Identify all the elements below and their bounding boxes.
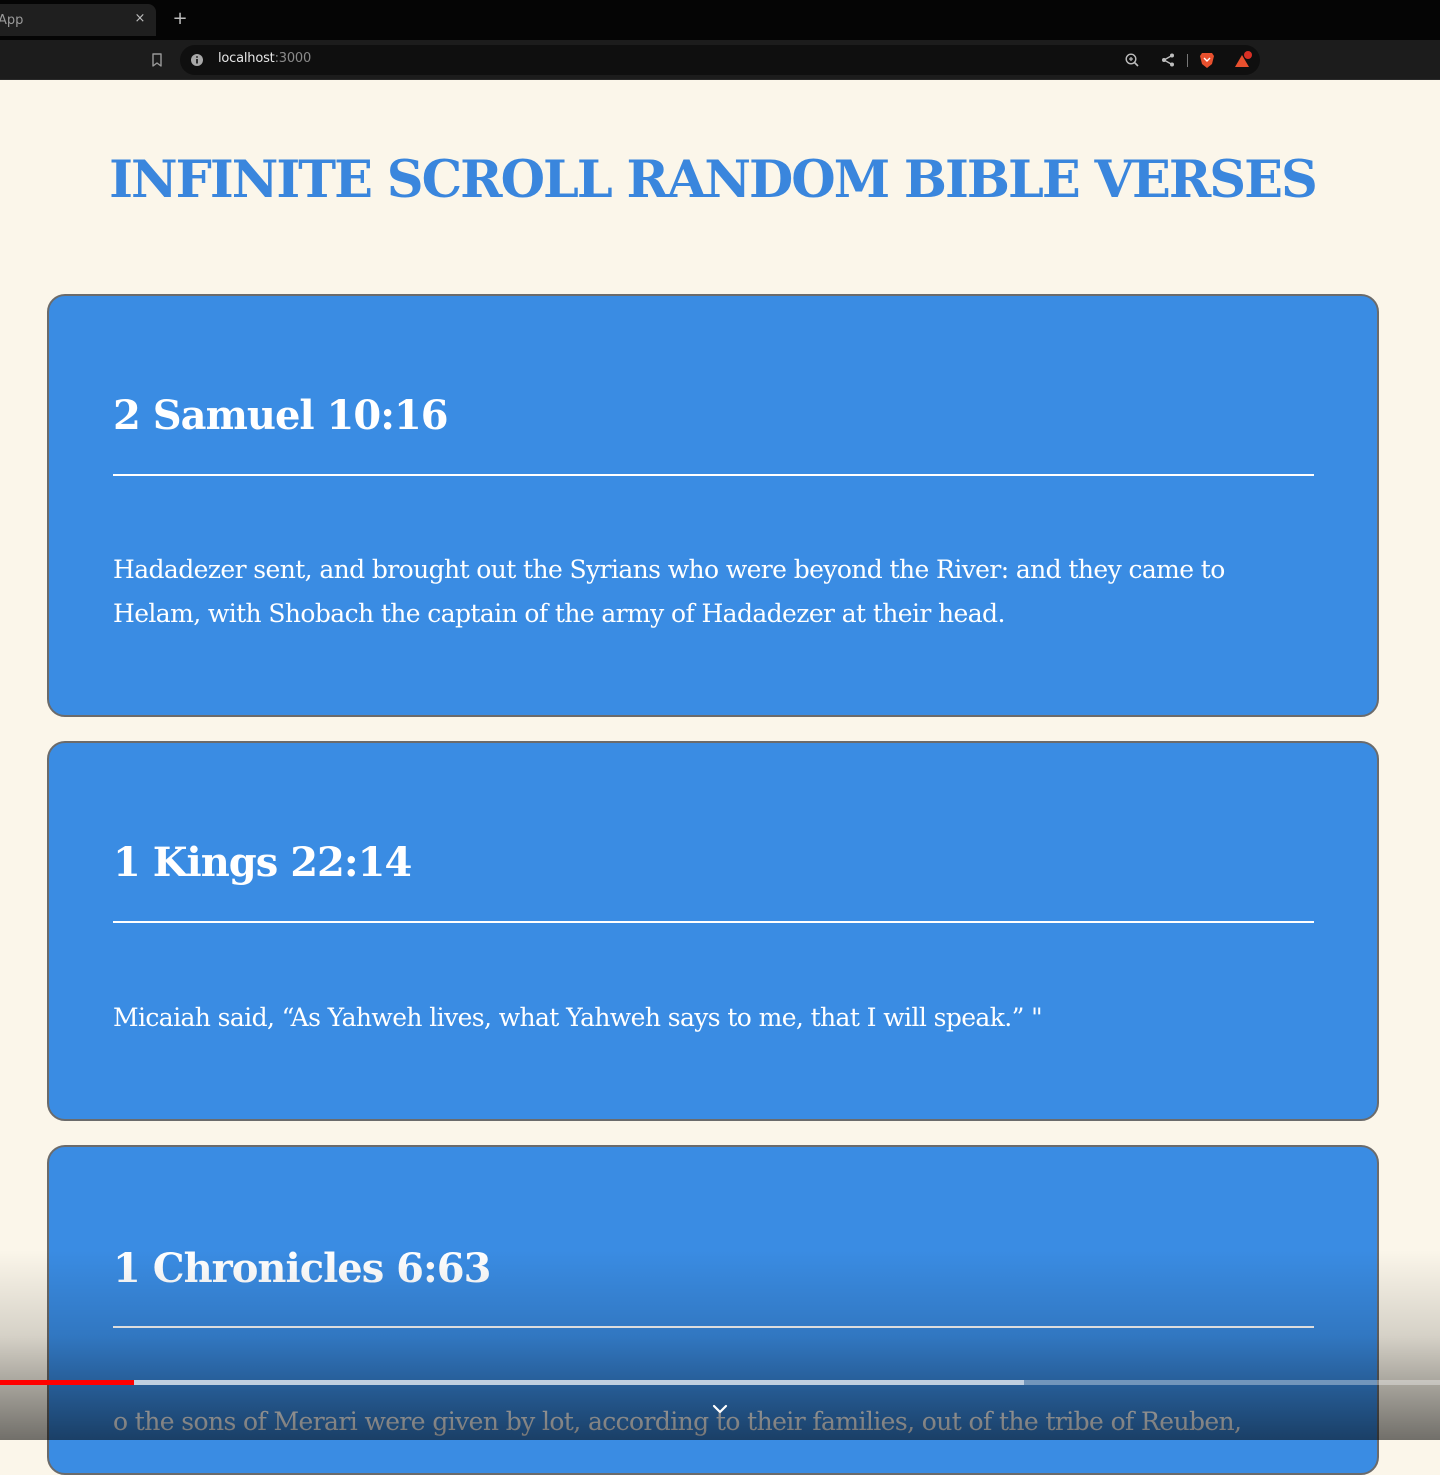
chevron-down-icon[interactable] xyxy=(711,1403,729,1415)
address-bar[interactable]: localhost:3000 xyxy=(180,45,1260,75)
brave-shields-icon[interactable] xyxy=(1199,51,1215,69)
verse-card: 1 Chronicles 6:63 o the sons of Merari w… xyxy=(47,1145,1379,1475)
verse-divider xyxy=(113,1326,1314,1328)
browser-tab[interactable]: App × xyxy=(0,4,156,36)
url-port: :3000 xyxy=(274,51,312,66)
verse-card: 1 Kings 22:14 Micaiah said, “As Yahweh l… xyxy=(47,741,1379,1121)
video-played-bar xyxy=(0,1380,134,1385)
share-icon[interactable] xyxy=(1160,52,1176,68)
site-info-icon[interactable] xyxy=(190,53,204,67)
close-tab-icon[interactable]: × xyxy=(132,11,148,27)
video-buffered-bar xyxy=(0,1380,1024,1385)
verse-reference: 1 Chronicles 6:63 xyxy=(113,1245,491,1292)
verse-text: Hadadezer sent, and brought out the Syri… xyxy=(113,555,1225,628)
video-progress-bar[interactable] xyxy=(0,1380,1440,1385)
url-host: localhost xyxy=(218,51,275,66)
browser-toolbar: localhost:3000 xyxy=(0,40,1440,80)
verse-divider xyxy=(113,474,1314,476)
zoom-icon[interactable] xyxy=(1124,52,1140,68)
verse-text: Micaiah said, “As Yahweh lives, what Yah… xyxy=(113,1003,1043,1032)
verse-card: 2 Samuel 10:16 Hadadezer sent, and broug… xyxy=(47,294,1379,717)
verse-text: o the sons of Merari were given by lot, … xyxy=(113,1407,1242,1436)
tab-title: App xyxy=(0,12,24,28)
address-bar-divider xyxy=(1187,54,1188,67)
url-text[interactable]: localhost:3000 xyxy=(218,51,311,69)
verse-reference: 2 Samuel 10:16 xyxy=(113,392,449,439)
page-title: INFINITE SCROLL RANDOM BIBLE VERSES xyxy=(109,150,1318,210)
brave-rewards-icon[interactable] xyxy=(1233,51,1253,69)
new-tab-button[interactable]: + xyxy=(170,9,190,29)
verse-divider xyxy=(113,921,1314,923)
bookmark-icon[interactable] xyxy=(148,51,166,69)
verse-reference: 1 Kings 22:14 xyxy=(113,839,412,886)
tab-bar: App × + xyxy=(0,0,1440,40)
